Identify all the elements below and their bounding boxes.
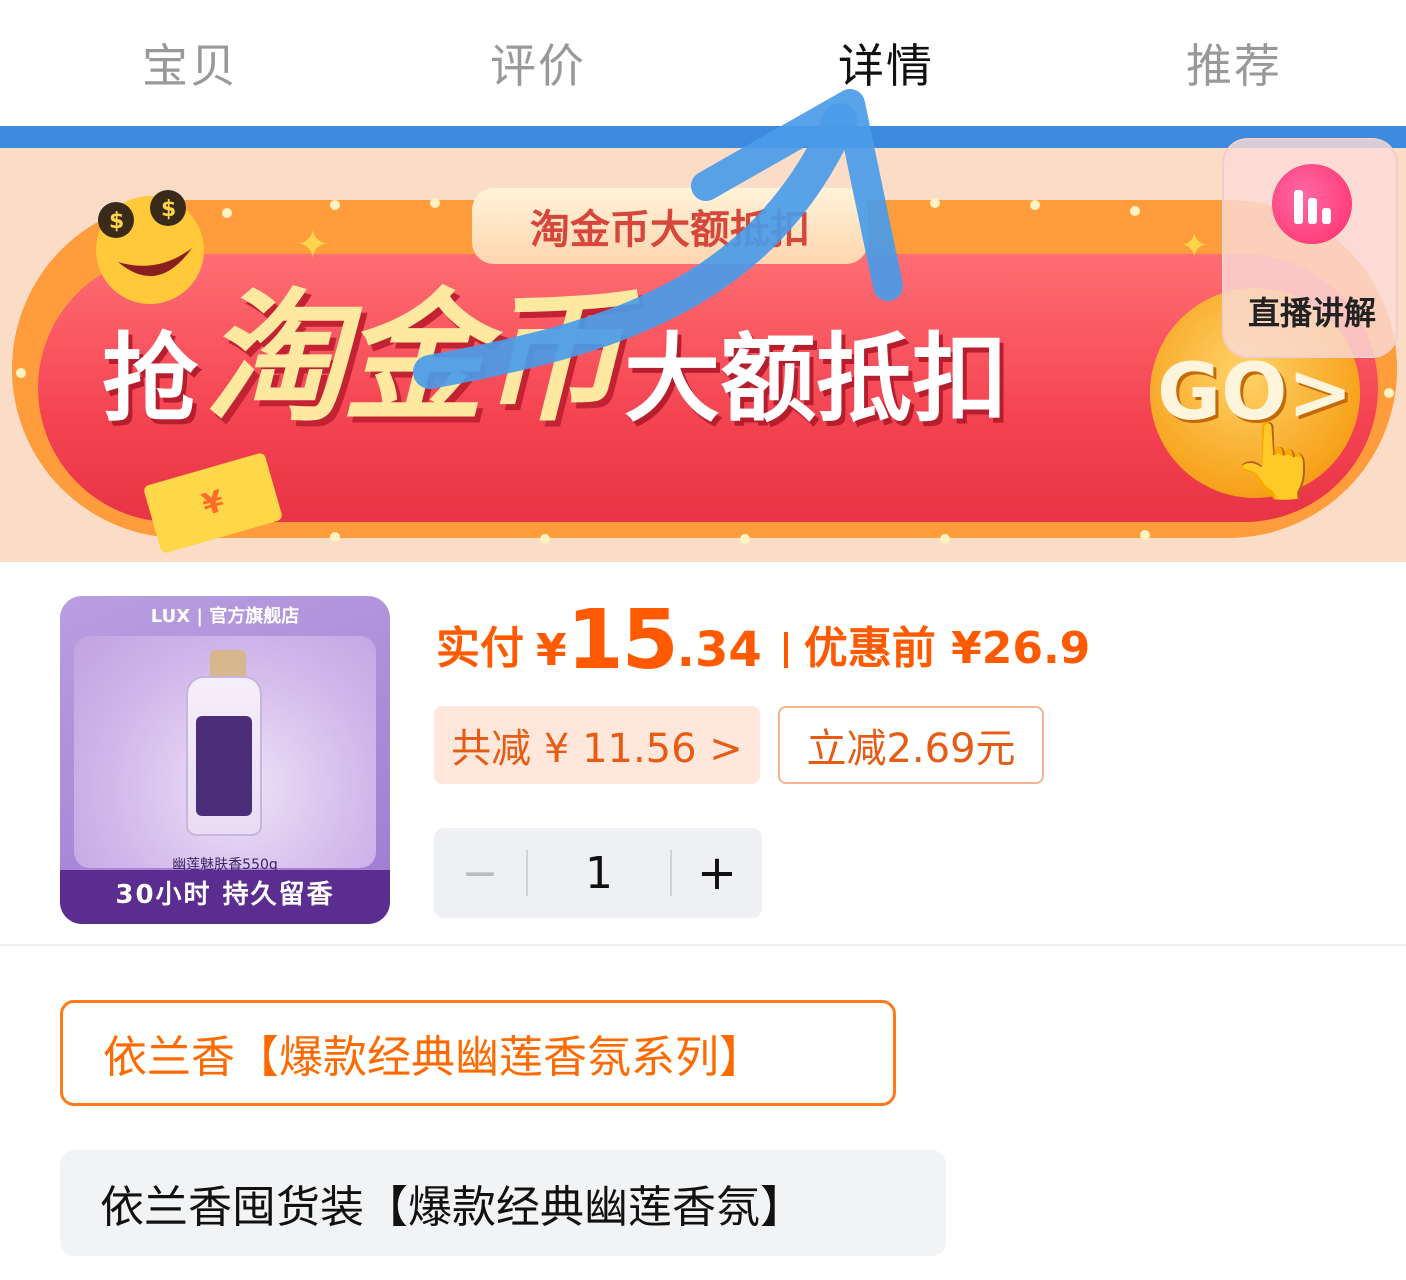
price-decimal: .34 [676,622,762,678]
live-bars-icon [1272,164,1352,244]
headline-prefix: 抢 [102,323,198,435]
price-label: 实付 [436,623,524,674]
bottle-label-shape [196,716,252,816]
tab-details[interactable]: 详情 [838,30,934,96]
instant-discount-badge: 立减2.69元 [778,706,1044,784]
price-integer: 15 [566,593,679,688]
product-tagline: 30小时 持久留香 [60,870,390,924]
headline-suffix: 大额抵扣 [624,323,1008,435]
product-thumbnail[interactable]: LUX | 官方旗舰店 幽莲魅肤香550g 30小时 持久留香 [60,596,390,924]
price-row: 实付 ¥ 15 .34 优惠前 ¥26.9 [436,598,1090,682]
svg-text:$: $ [161,197,176,222]
pointing-hand-icon: 👆 [1230,418,1323,504]
section-divider [0,944,1406,946]
banner-light-dot [930,198,940,208]
live-explain-label: 直播讲解 [1247,294,1376,332]
sparkle-icon: ✦ [1180,226,1209,266]
banner-light-dot [430,198,440,208]
quantity-value[interactable]: 1 [528,828,670,918]
banner-light-dot [540,534,550,544]
banner-light-dot [1140,530,1150,540]
total-discount-chip[interactable]: 共减 ¥ 11.56 > [434,706,760,784]
banner-light-dot [330,532,340,542]
banner-light-dot [940,534,950,544]
sku-option-selected[interactable]: 依兰香【爆款经典幽莲香氛系列】 [60,1000,896,1106]
shower-gel-bottle-icon [186,676,262,836]
top-tab-bar: 宝贝 评价 详情 推荐 [0,0,1406,128]
tab-recommend[interactable]: 推荐 [1186,30,1282,96]
header-strip [0,126,1406,148]
quantity-decrease-button[interactable]: − [434,828,526,918]
quantity-increase-button[interactable]: + [672,828,762,918]
headline-main: 淘金币 [204,276,622,441]
banner-light-dot [1030,200,1040,210]
quantity-stepper: − 1 + [434,828,762,918]
taojinbi-promo-banner[interactable]: $ $ ✦ ✦ ¥ 淘金币大额抵扣 抢 淘金币 大额抵扣 GO> 👆 [0,148,1406,562]
live-explain-button[interactable]: 直播讲解 [1222,138,1398,358]
price-currency: ¥ [536,625,567,676]
banner-light-dot [1130,206,1140,216]
tab-reviews[interactable]: 评价 [490,30,586,96]
product-brand-line: LUX | 官方旗舰店 [150,606,300,627]
banner-headline: 抢 淘金币 大额抵扣 [102,276,1008,448]
sku-option[interactable]: 依兰香囤货装【爆款经典幽莲香氛】 [60,1150,946,1256]
banner-light-dot [740,534,750,544]
banner-light-dot [1384,388,1394,398]
original-price: 优惠前 ¥26.9 [803,623,1091,674]
svg-text:$: $ [109,209,124,234]
price-separator [783,632,788,668]
banner-light-dot [330,200,340,210]
banner-light-dot [16,368,26,378]
tab-baobei[interactable]: 宝贝 [142,30,238,96]
